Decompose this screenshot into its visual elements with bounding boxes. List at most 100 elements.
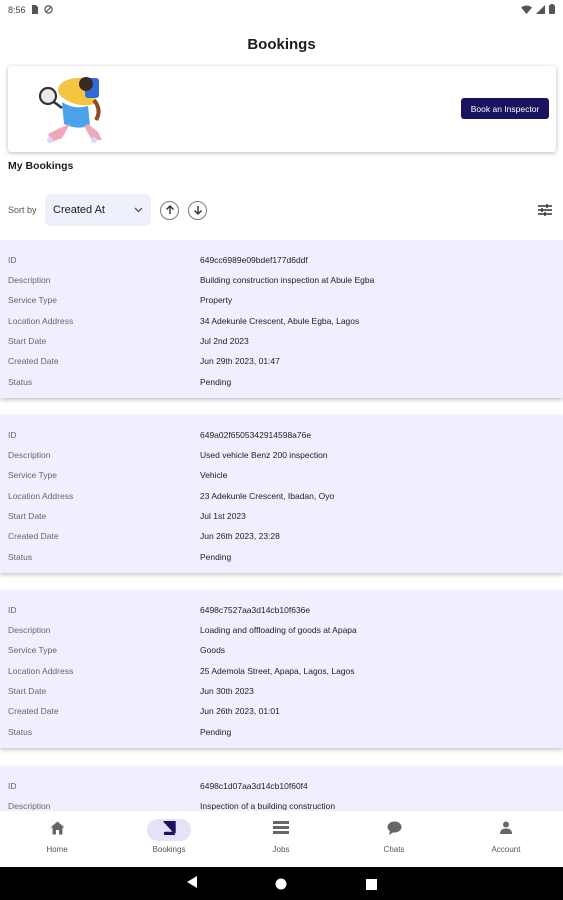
booking-card[interactable]: ID 649cc6989e09bdef177d6ddf Description Bu… (0, 240, 563, 398)
field-label: Start Date (8, 511, 47, 521)
field-value: 34 Adekunle Crescent, Abule Egba, Lagos (200, 316, 360, 326)
booking-row-description: Description Used vehicle Benz 200 inspect… (0, 445, 563, 465)
field-label: Location Address (8, 316, 74, 326)
field-label: Location Address (8, 666, 74, 676)
field-value: Property (200, 295, 233, 305)
field-label: Status (8, 727, 33, 737)
sort-dropdown[interactable]: Created At (45, 194, 151, 226)
home-icon (50, 821, 65, 840)
status-time: 8:56 (8, 5, 26, 15)
book-inspector-banner: Book an Inspector (8, 66, 556, 152)
field-label: Status (8, 377, 33, 387)
field-value: Jun 26th 2023, 23:28 (200, 531, 280, 541)
booking-row-description: Description Inspection of a building cons… (0, 796, 563, 810)
field-value: Jun 29th 2023, 01:47 (200, 356, 280, 366)
field-label: Service Type (8, 295, 57, 305)
chat-bubble-icon (387, 821, 402, 840)
field-label: ID (8, 605, 17, 615)
sim-icon (31, 4, 39, 16)
field-label: Service Type (8, 470, 57, 480)
field-label: Description (8, 801, 51, 810)
booking-row-status: Status Pending (0, 722, 563, 742)
book-inspector-button[interactable]: Book an Inspector (461, 98, 549, 119)
my-bookings-heading: My Bookings (8, 160, 74, 172)
field-label: Start Date (8, 686, 47, 696)
bottom-navigation: Home Bookings Jobs Chats Account (0, 810, 563, 867)
booking-row-start-date: Start Date Jul 1st 2023 (0, 506, 563, 526)
home-circle-icon[interactable] (275, 877, 287, 895)
sort-descending-button[interactable] (188, 201, 207, 220)
booking-row-description: Description Building construction inspect… (0, 270, 563, 290)
booking-row-id: ID 649a02f6505342914598a76e (0, 425, 563, 445)
back-triangle-icon[interactable] (186, 875, 198, 894)
booking-card[interactable]: ID 6498c1d07aa3d14cb10f60f4 Description In… (0, 766, 563, 810)
sort-ascending-button[interactable] (160, 201, 179, 220)
nav-account-icon-wrap (484, 819, 528, 841)
field-value: Inspection of a building construction (200, 801, 336, 810)
chevron-down-icon (134, 204, 143, 216)
jobs-list-icon (273, 821, 289, 839)
booking-row-created-date: Created Date Jun 29th 2023, 01:47 (0, 351, 563, 371)
booking-row-description: Description Loading and offloading of goo… (0, 620, 563, 640)
field-label: Service Type (8, 645, 57, 655)
field-value: Loading and offloading of goods at Apapa (200, 625, 357, 635)
booking-row-location: Location Address 34 Adekunle Crescent, Ab… (0, 311, 563, 331)
booking-card[interactable]: ID 649a02f6505342914598a76e Description Us… (0, 415, 563, 573)
booking-row-service-type: Service Type Property (0, 290, 563, 310)
nav-bookings-label: Bookings (152, 845, 186, 854)
nav-chats[interactable]: Chats (354, 819, 434, 854)
field-label: Status (8, 552, 33, 562)
field-label: ID (8, 430, 17, 440)
status-value: Pending (200, 727, 232, 737)
nav-account[interactable]: Account (466, 819, 546, 854)
nav-bookings[interactable]: Bookings (129, 819, 209, 854)
nav-chats-label: Chats (383, 845, 405, 854)
booking-row-status: Status Pending (0, 547, 563, 567)
field-label: Description (8, 450, 51, 460)
page-title: Bookings (247, 36, 316, 53)
sort-selected-value: Created At (53, 204, 105, 216)
booking-row-start-date: Start Date Jul 2nd 2023 (0, 331, 563, 351)
field-label: Start Date (8, 336, 47, 346)
sort-label: Sort by (8, 205, 37, 215)
field-value: 649a02f6505342914598a76e (200, 430, 312, 440)
field-value: Jul 1st 2023 (200, 511, 246, 521)
field-value: Jul 2nd 2023 (200, 336, 249, 346)
bookings-list[interactable]: ID 649cc6989e09bdef177d6ddf Description Bu… (0, 240, 563, 810)
field-label: Created Date (8, 531, 59, 541)
field-value: 6498c7527aa3d14cb10f636e (200, 605, 311, 615)
battery-icon (549, 4, 555, 16)
nav-home[interactable]: Home (17, 819, 97, 854)
nav-account-label: Account (491, 845, 521, 854)
field-value: 649cc6989e09bdef177d6ddf (200, 255, 308, 265)
booking-row-start-date: Start Date Jun 30th 2023 (0, 681, 563, 701)
booking-row-created-date: Created Date Jun 26th 2023, 23:28 (0, 526, 563, 546)
filter-button[interactable] (537, 202, 553, 218)
booking-row-service-type: Service Type Vehicle (0, 465, 563, 485)
inspector-illustration (30, 70, 110, 148)
filter-sliders-icon (537, 204, 553, 222)
arrow-up-icon (165, 202, 175, 220)
nav-home-icon-wrap (35, 819, 79, 841)
field-value: 23 Adekunle Crescent, Ibadan, Oyo (200, 491, 335, 501)
field-value: Jun 30th 2023 (200, 686, 254, 696)
nav-bookings-icon-wrap (147, 819, 191, 841)
nav-jobs[interactable]: Jobs (241, 819, 321, 854)
field-label: Created Date (8, 706, 59, 716)
recents-square-icon[interactable] (366, 877, 377, 895)
status-right (521, 4, 555, 16)
nav-jobs-label: Jobs (272, 845, 290, 854)
booking-card[interactable]: ID 6498c7527aa3d14cb10f636e Description Lo… (0, 590, 563, 748)
field-value: Vehicle (200, 470, 228, 480)
nav-chats-icon-wrap (372, 819, 416, 841)
booking-row-created-date: Created Date Jun 26th 2023, 01:01 (0, 701, 563, 721)
system-navigation-bar (0, 867, 563, 900)
booking-row-id: ID 6498c7527aa3d14cb10f636e (0, 600, 563, 620)
person-icon (500, 821, 512, 839)
signal-icon (536, 4, 545, 16)
field-label: Description (8, 625, 51, 635)
field-label: Description (8, 275, 51, 285)
booking-row-location: Location Address 25 Ademola Street, Apapa… (0, 661, 563, 681)
field-value: 6498c1d07aa3d14cb10f60f4 (200, 781, 308, 791)
nav-jobs-icon-wrap (259, 819, 303, 841)
